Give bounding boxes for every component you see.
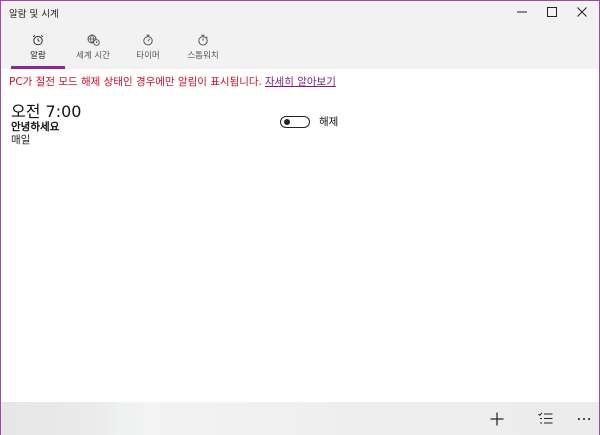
tab-alarm[interactable]: 알람 (11, 23, 65, 69)
alarm-clock-icon (32, 34, 44, 46)
add-alarm-button[interactable] (482, 402, 512, 435)
minimize-icon (517, 11, 527, 13)
tab-alarm-label: 알람 (30, 51, 46, 61)
command-bar (1, 402, 599, 435)
stopwatch-icon (197, 34, 209, 46)
more-options-button[interactable] (569, 402, 599, 435)
alarm-toggle[interactable] (280, 116, 310, 128)
add-icon (490, 412, 504, 425)
tab-world-clock[interactable]: 세계 시간 (67, 23, 119, 69)
window-title: 알람 및 시계 (9, 9, 59, 20)
wake-notice: PC가 절전 모드 해제 상태인 경우에만 알림이 표시됩니다. 자세히 알아보기 (9, 74, 336, 89)
tab-stopwatch[interactable]: 스톱워치 (179, 23, 227, 69)
tab-bar: 알람 세계 시간 타이머 스톱워치 (1, 23, 599, 69)
app-window: 알람 및 시계 알람 세계 시간 타이머 스톱워치 PC가 절전 모드 해제 상… (0, 0, 600, 435)
tab-world-clock-label: 세계 시간 (76, 51, 110, 61)
minimize-button[interactable] (505, 1, 539, 23)
more-icon (578, 417, 590, 420)
alarm-toggle-state: 해제 (319, 116, 339, 128)
active-tab-indicator (11, 66, 65, 69)
select-alarms-button[interactable] (530, 402, 560, 435)
learn-more-link[interactable]: 자세히 알아보기 (265, 76, 336, 88)
toggle-knob (284, 119, 290, 125)
title-bar: 알람 및 시계 (1, 1, 599, 23)
tab-stopwatch-label: 스톱워치 (187, 51, 219, 61)
tab-timer[interactable]: 타이머 (127, 23, 169, 69)
maximize-icon (547, 7, 557, 17)
close-icon (577, 7, 587, 17)
alarm-repeat: 매일 (11, 134, 31, 146)
wake-notice-text: PC가 절전 모드 해제 상태인 경우에만 알림이 표시됩니다. (9, 76, 262, 88)
maximize-button[interactable] (535, 1, 569, 23)
world-clock-icon (87, 34, 100, 46)
timer-icon (142, 34, 154, 46)
close-button[interactable] (565, 1, 599, 23)
select-list-icon (537, 412, 552, 424)
tab-timer-label: 타이머 (136, 51, 160, 61)
alarm-item[interactable]: 오전 7:00 안녕하세요 매일 해제 (11, 98, 351, 150)
